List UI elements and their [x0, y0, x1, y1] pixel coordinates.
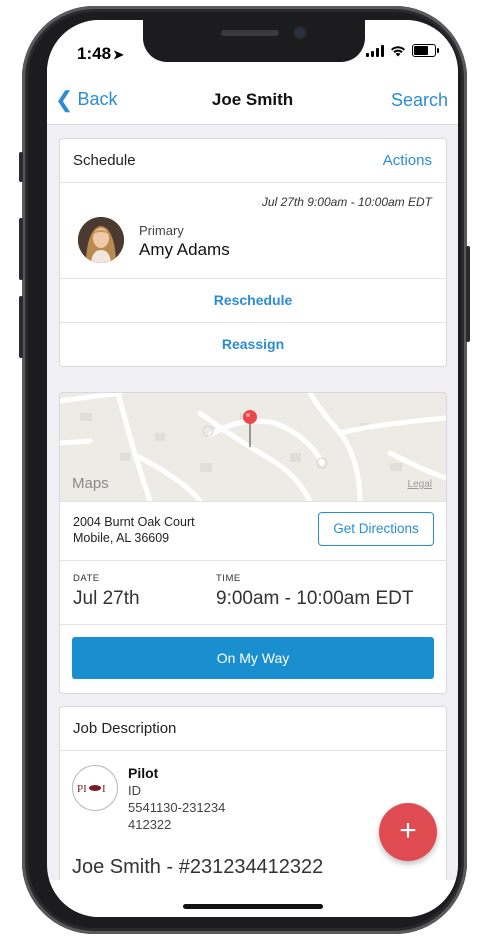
search-button[interactable]: Search — [391, 90, 448, 111]
svg-text:I: I — [102, 783, 106, 795]
on-my-way-button[interactable]: On My Way — [72, 637, 434, 679]
avatar — [78, 217, 124, 263]
address-line2: Mobile, AL 36609 — [73, 531, 170, 545]
chevron-left-icon: ❮ — [55, 86, 74, 112]
cellular-signal-icon — [366, 44, 384, 57]
navigation-bar: ❮ Back Joe Smith Search — [47, 76, 458, 125]
volume-down-button — [19, 296, 23, 358]
assignee-name: Amy Adams — [139, 240, 230, 259]
reassign-button[interactable]: Reassign — [60, 323, 446, 366]
notch — [143, 20, 365, 62]
job-name: Joe Smith - #231234412322 — [72, 856, 324, 878]
mute-switch — [19, 152, 23, 182]
address: 2004 Burnt Oak Court Mobile, AL 36609 — [73, 514, 195, 546]
schedule-title: Schedule — [73, 152, 136, 169]
add-button[interactable]: + — [379, 803, 437, 861]
company-logo: PI I — [72, 765, 118, 811]
status-time-text: 1:48 — [77, 44, 112, 63]
address-row: 2004 Burnt Oak Court Mobile, AL 36609 Ge… — [60, 502, 446, 561]
apple-maps-logo: Maps — [72, 475, 109, 492]
legal-link[interactable]: Legal — [408, 479, 432, 490]
maps-brand: Maps — [72, 475, 109, 492]
time-label: TIME — [216, 573, 241, 584]
volume-up-button — [19, 218, 23, 280]
job-description-header: Job Description — [60, 707, 446, 751]
back-button[interactable]: ❮ Back — [55, 86, 118, 112]
on-my-way-row: On My Way — [60, 625, 446, 693]
appointment-time: Jul 27th 9:00am - 10:00am EDT — [261, 195, 432, 209]
location-card: Maps Legal 2004 Burnt Oak Court Mobile, … — [59, 392, 447, 694]
get-directions-button[interactable]: Get Directions — [318, 512, 434, 546]
status-icons — [366, 44, 439, 57]
back-label: Back — [77, 89, 118, 109]
assignee-role: Primary — [139, 223, 184, 238]
reschedule-button[interactable]: Reschedule — [60, 279, 446, 323]
speaker-grille — [221, 30, 279, 36]
wifi-icon — [391, 45, 405, 56]
power-button — [466, 246, 470, 342]
map-view[interactable]: Maps Legal — [60, 393, 446, 502]
company-detail-1: ID — [128, 783, 141, 798]
company-detail-3: 412322 — [128, 817, 172, 832]
job-description-title: Job Description — [73, 720, 177, 737]
address-line1: 2004 Burnt Oak Court — [73, 515, 195, 529]
screen: 1:48 ➤ ❮ Back Joe Smith Search Schedule A… — [47, 20, 458, 917]
company-detail-2: 5541130-231234 — [128, 800, 226, 815]
map-pin-icon[interactable] — [241, 409, 259, 449]
schedule-header: Schedule Actions — [60, 139, 446, 183]
appointment-row[interactable]: Jul 27th 9:00am - 10:00am EDT Primary Am… — [60, 183, 446, 279]
company-name: Pilot — [128, 765, 159, 781]
status-time: 1:48 ➤ — [77, 44, 124, 64]
home-indicator[interactable] — [183, 904, 323, 909]
front-camera — [295, 28, 305, 38]
battery-icon — [412, 44, 439, 57]
schedule-card: Schedule Actions Jul 27th 9:00am - 10:00… — [59, 138, 447, 367]
bottom-safe-area — [47, 880, 458, 917]
actions-button[interactable]: Actions — [383, 152, 432, 169]
time-value: 9:00am - 10:00am EDT — [216, 588, 414, 609]
svg-text:PI: PI — [77, 783, 87, 795]
date-label: DATE — [73, 573, 100, 584]
location-arrow-icon: ➤ — [113, 47, 124, 62]
date-value: Jul 27th — [73, 588, 140, 609]
date-time-row: DATE Jul 27th TIME 9:00am - 10:00am EDT — [60, 561, 446, 625]
